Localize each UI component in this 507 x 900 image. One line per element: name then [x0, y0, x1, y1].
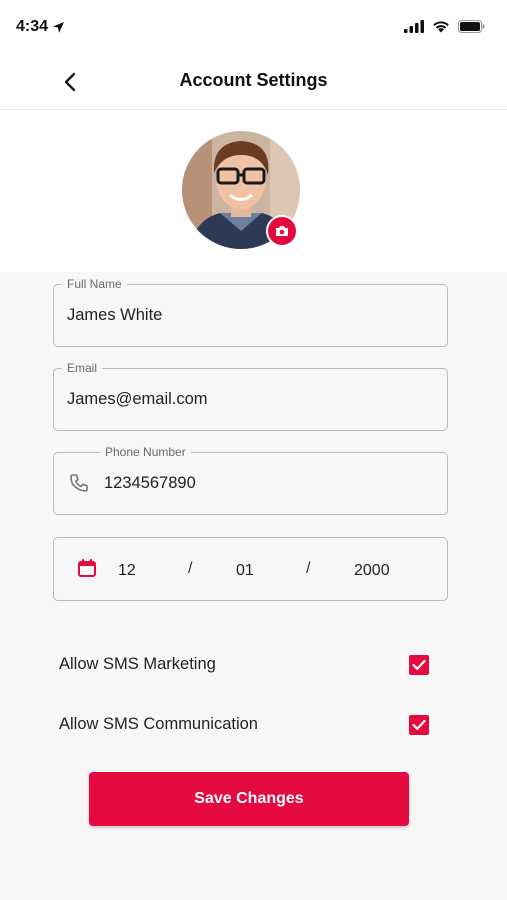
full-name-input[interactable]: James White — [67, 304, 162, 326]
phone-number-input[interactable]: 1234567890 — [104, 472, 196, 494]
sms-communication-checkbox[interactable] — [409, 715, 429, 735]
sms-marketing-checkbox[interactable] — [409, 655, 429, 675]
navigation-bar: Account Settings — [0, 56, 507, 110]
status-icons — [404, 20, 485, 33]
location-arrow-icon — [53, 21, 65, 33]
profile-section — [0, 110, 507, 272]
phone-icon — [70, 474, 88, 492]
birth-day-input[interactable]: 01 — [236, 562, 254, 580]
email-label: Email — [62, 361, 103, 375]
date-separator: / — [188, 560, 193, 577]
full-name-label: Full Name — [62, 277, 127, 291]
change-photo-button[interactable] — [266, 215, 298, 247]
page-title: Account Settings — [179, 70, 328, 90]
sms-marketing-row: Allow SMS Marketing — [59, 650, 439, 680]
camera-icon — [276, 226, 288, 236]
email-input[interactable]: James@email.com — [67, 388, 208, 410]
status-time: 4:34 — [16, 18, 65, 36]
cellular-signal-icon — [404, 20, 424, 33]
sms-marketing-label: Allow SMS Marketing — [59, 655, 216, 673]
calendar-icon — [78, 559, 96, 577]
battery-icon — [458, 20, 485, 33]
checkmark-icon — [412, 719, 426, 730]
sms-communication-label: Allow SMS Communication — [59, 715, 258, 733]
birth-year-input[interactable]: 2000 — [354, 562, 390, 580]
phone-number-field[interactable]: Phone Number 1234567890 — [53, 445, 448, 515]
clock-text: 4:34 — [16, 18, 49, 35]
sms-communication-row: Allow SMS Communication — [59, 710, 439, 740]
phone-number-label: Phone Number — [100, 445, 191, 459]
birth-month-input[interactable]: 12 — [118, 562, 136, 580]
birthdate-field[interactable]: 12 / 01 / 2000 — [53, 537, 448, 601]
status-bar: 4:34 — [0, 0, 507, 56]
wifi-icon — [433, 21, 449, 33]
save-changes-button[interactable]: Save Changes — [89, 772, 409, 826]
date-separator: / — [306, 560, 311, 577]
full-name-field[interactable]: Full Name James White — [53, 277, 448, 347]
email-field[interactable]: Email James@email.com — [53, 361, 448, 431]
checkmark-icon — [412, 659, 426, 670]
